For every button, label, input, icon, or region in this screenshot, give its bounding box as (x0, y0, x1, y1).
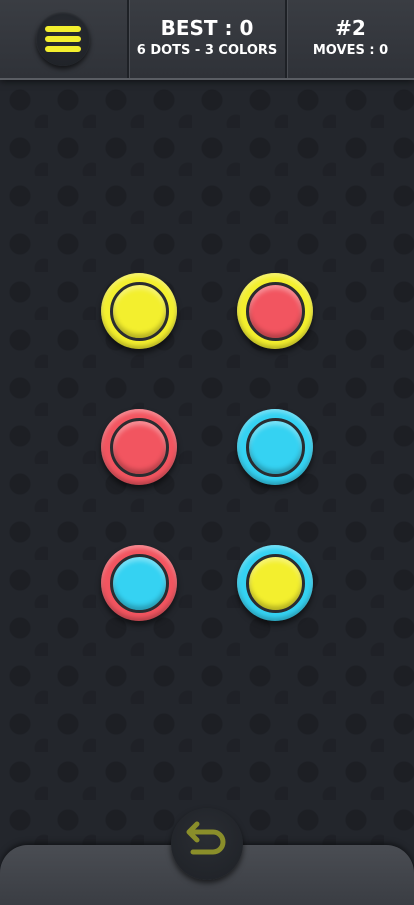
dot[interactable] (237, 545, 313, 621)
dot-center (246, 418, 305, 477)
dot[interactable] (101, 545, 177, 621)
puzzle-info: 6 DOTS - 3 COLORS (136, 43, 278, 58)
top-bar: BEST : 0 6 DOTS - 3 COLORS #2 MOVES : 0 (0, 0, 414, 80)
best-score-panel: BEST : 0 6 DOTS - 3 COLORS (129, 0, 285, 78)
level-number: #2 (335, 16, 366, 40)
dot-center (246, 282, 305, 341)
dot[interactable] (237, 273, 313, 349)
moves-counter: MOVES : 0 (312, 43, 389, 58)
dot-center (246, 554, 305, 613)
menu-icon (45, 26, 81, 32)
menu-icon (45, 36, 81, 42)
background-pattern (0, 80, 414, 896)
dot-center (110, 282, 169, 341)
dot[interactable] (101, 409, 177, 485)
dot[interactable] (101, 273, 177, 349)
dot-center (110, 554, 169, 613)
menu-button[interactable] (36, 12, 90, 66)
undo-button[interactable] (171, 808, 243, 880)
best-score: BEST : 0 (160, 16, 254, 40)
undo-arrow-icon (186, 821, 226, 855)
menu-cell (0, 0, 127, 78)
level-panel: #2 MOVES : 0 (287, 0, 414, 78)
dot[interactable] (237, 409, 313, 485)
dot-center (110, 418, 169, 477)
menu-icon (45, 46, 81, 52)
